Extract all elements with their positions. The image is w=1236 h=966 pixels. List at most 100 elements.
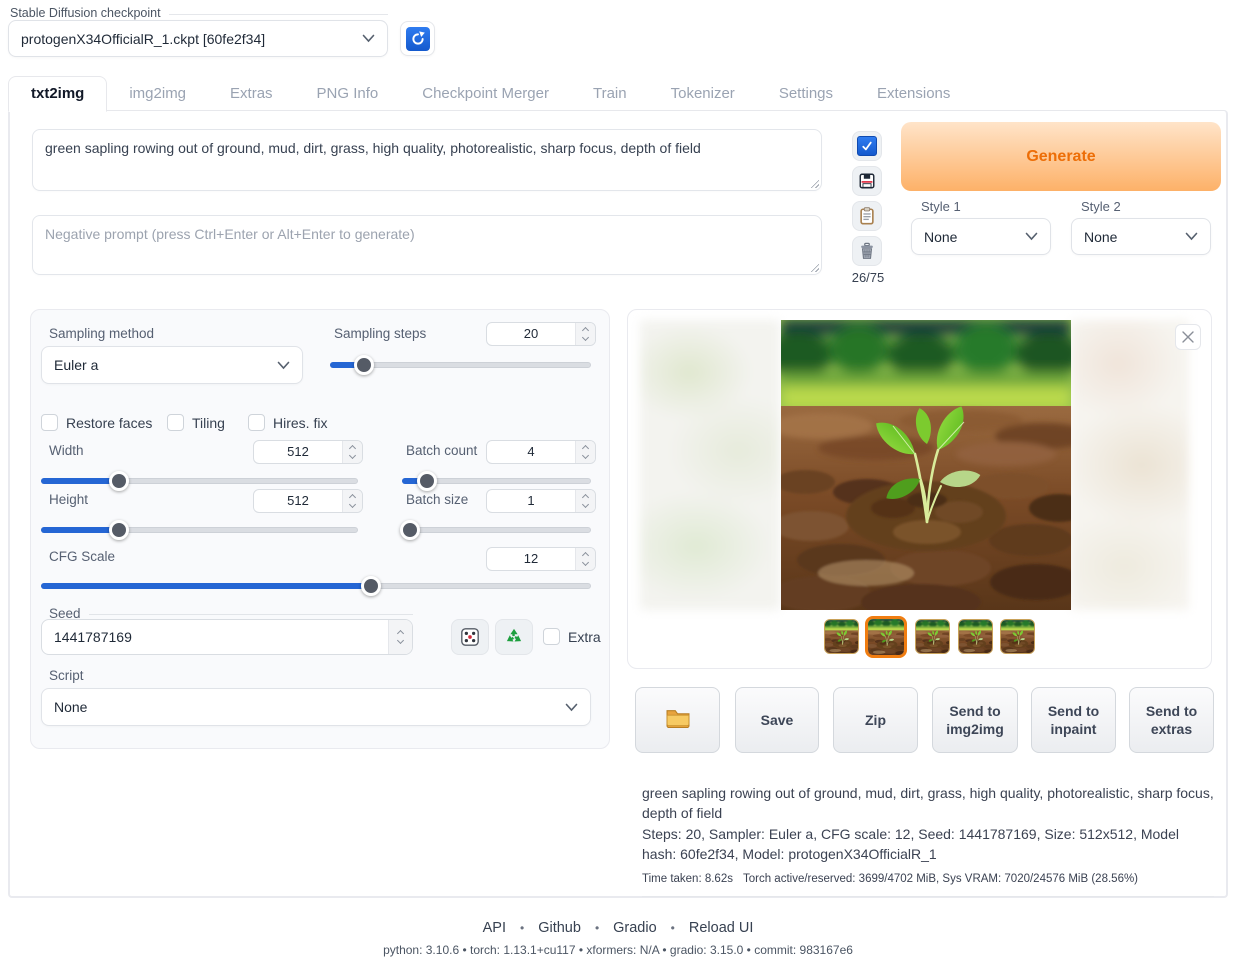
style1-select[interactable]: None — [911, 218, 1051, 255]
tiling-label: Tiling — [192, 415, 225, 431]
checkpoint-select[interactable]: protogenX34OfficialR_1.ckpt [60fe2f34] — [8, 20, 388, 57]
height-label: Height — [49, 492, 88, 507]
negative-prompt-input[interactable] — [32, 215, 822, 275]
close-icon — [1182, 331, 1194, 343]
width-slider[interactable] — [41, 472, 358, 490]
batch-count-slider[interactable] — [402, 472, 591, 490]
tab-img2img[interactable]: img2img — [107, 77, 208, 111]
recycle-icon — [504, 627, 524, 647]
generate-button[interactable]: Generate — [901, 122, 1221, 191]
gallery-thumbnail-4[interactable] — [958, 619, 993, 654]
cfg-scale-label: CFG Scale — [49, 549, 115, 564]
send-to-inpaint-button[interactable]: Send to inpaint — [1031, 687, 1116, 753]
sampling-steps-slider[interactable] — [330, 356, 591, 374]
tab-txt2img[interactable]: txt2img — [8, 76, 107, 112]
send-to-extras-button[interactable]: Send to extras — [1129, 687, 1214, 753]
tab-tokenizer[interactable]: Tokenizer — [649, 77, 757, 111]
gallery-thumbnail-1[interactable] — [824, 619, 859, 654]
script-value: None — [54, 699, 565, 715]
checkbox-box — [543, 628, 560, 645]
tab-checkpoint-merger[interactable]: Checkpoint Merger — [400, 77, 571, 111]
clear-prompt-button[interactable] — [852, 236, 882, 266]
checkbox-box — [248, 414, 265, 431]
batch-count-value: 4 — [487, 441, 575, 463]
style2-label: Style 2 — [1081, 199, 1121, 214]
divider — [89, 614, 413, 615]
width-stepper[interactable] — [342, 441, 362, 463]
height-input[interactable]: 512 — [253, 489, 363, 513]
generation-info: green sapling rowing out of ground, mud,… — [642, 783, 1214, 897]
batch-size-slider[interactable] — [402, 521, 591, 539]
batch-size-stepper[interactable] — [575, 490, 595, 512]
save-style-button[interactable] — [852, 166, 882, 196]
random-seed-button[interactable] — [451, 619, 489, 655]
seed-input[interactable]: 1441787169 — [41, 619, 413, 655]
sampling-method-value: Euler a — [54, 357, 277, 373]
restore-faces-checkbox[interactable]: Restore faces — [41, 414, 152, 431]
prompt-input[interactable]: green sapling rowing out of ground, mud,… — [32, 129, 822, 191]
gallery-thumbnail-5[interactable] — [1000, 619, 1035, 654]
extra-seed-checkbox[interactable]: Extra — [543, 628, 601, 645]
tab-train[interactable]: Train — [571, 77, 649, 111]
api-link[interactable]: API — [483, 920, 506, 936]
cfg-scale-stepper[interactable] — [575, 548, 595, 570]
hires-fix-label: Hires. fix — [273, 415, 327, 431]
sampling-steps-stepper[interactable] — [575, 323, 595, 345]
sampling-steps-input[interactable]: 20 — [486, 322, 596, 346]
zip-button[interactable]: Zip — [833, 687, 918, 753]
script-select[interactable]: None — [41, 688, 591, 726]
check-icon — [857, 136, 877, 156]
cfg-scale-value: 12 — [487, 548, 575, 570]
floppy-disk-icon — [858, 172, 876, 190]
info-params-text: Steps: 20, Sampler: Euler a, CFG scale: … — [642, 824, 1214, 865]
gallery-thumbnail-2-selected[interactable] — [865, 616, 907, 658]
batch-size-input[interactable]: 1 — [486, 489, 596, 513]
width-label: Width — [49, 443, 84, 458]
tiling-checkbox[interactable]: Tiling — [167, 414, 225, 431]
generated-image[interactable] — [781, 320, 1071, 610]
save-button[interactable]: Save — [735, 687, 819, 753]
generation-parameters-panel: Sampling method Sampling steps Euler a 2… — [30, 309, 610, 749]
seed-stepper[interactable] — [388, 620, 412, 654]
batch-count-label: Batch count — [406, 443, 477, 458]
checkpoint-label-row: Stable Diffusion checkpoint — [10, 6, 388, 20]
close-gallery-button[interactable] — [1175, 324, 1201, 350]
width-input[interactable]: 512 — [253, 440, 363, 464]
style1-label: Style 1 — [921, 199, 961, 214]
cfg-scale-input[interactable]: 12 — [486, 547, 596, 571]
height-value: 512 — [254, 490, 342, 512]
reload-ui-link[interactable]: Reload UI — [689, 920, 753, 936]
divider — [169, 14, 388, 15]
tab-settings[interactable]: Settings — [757, 77, 855, 111]
send-to-img2img-button[interactable]: Send to img2img — [932, 687, 1018, 753]
tab-png-info[interactable]: PNG Info — [295, 77, 401, 111]
gallery-ghost-right — [1071, 320, 1189, 610]
height-stepper[interactable] — [342, 490, 362, 512]
open-folder-button[interactable] — [635, 687, 720, 753]
gradio-link[interactable]: Gradio — [613, 920, 657, 936]
checkbox-box — [167, 414, 184, 431]
github-link[interactable]: Github — [538, 920, 581, 936]
style2-select[interactable]: None — [1071, 218, 1211, 255]
batch-count-stepper[interactable] — [575, 441, 595, 463]
refresh-checkpoints-button[interactable] — [400, 21, 435, 56]
chevron-down-icon — [1025, 232, 1038, 241]
batch-count-input[interactable]: 4 — [486, 440, 596, 464]
height-slider[interactable] — [41, 521, 358, 539]
gallery-thumbnail-3[interactable] — [915, 619, 950, 654]
interrogate-button[interactable] — [852, 131, 882, 161]
tab-extras[interactable]: Extras — [208, 77, 295, 111]
sampling-method-select[interactable]: Euler a — [41, 346, 303, 384]
separator: • — [671, 921, 675, 935]
tab-bar: txt2img img2img Extras PNG Info Checkpoi… — [8, 77, 972, 111]
paste-prompt-button[interactable] — [852, 201, 882, 231]
restore-faces-label: Restore faces — [66, 415, 152, 431]
tab-extensions[interactable]: Extensions — [855, 77, 972, 111]
footer-links: API • Github • Gradio • Reload UI — [0, 920, 1236, 936]
output-gallery-panel — [627, 309, 1212, 669]
dice-icon — [460, 627, 480, 647]
cfg-scale-slider[interactable] — [41, 577, 591, 595]
hires-fix-checkbox[interactable]: Hires. fix — [248, 414, 327, 431]
reuse-seed-button[interactable] — [495, 619, 533, 655]
checkpoint-label: Stable Diffusion checkpoint — [10, 6, 161, 20]
